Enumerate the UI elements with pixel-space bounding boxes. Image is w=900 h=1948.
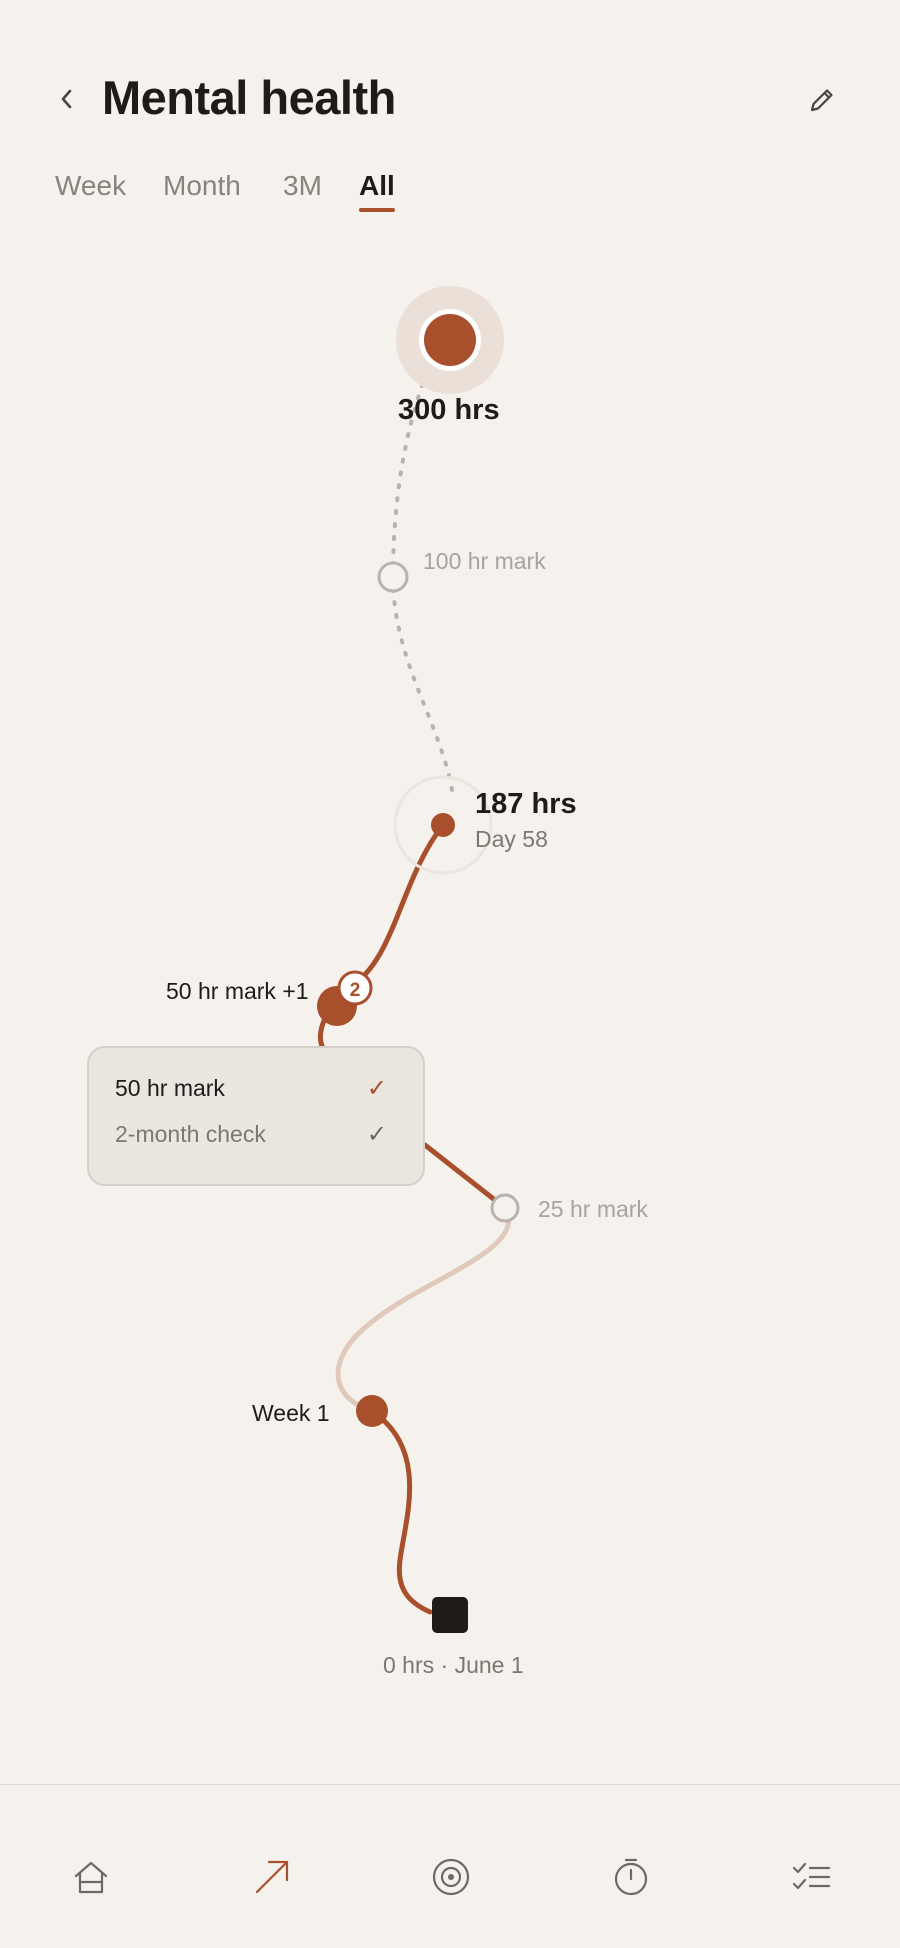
- current-position-node[interactable]: [431, 813, 455, 837]
- timer-icon: [614, 1858, 648, 1896]
- current-day-label: Day 58: [475, 826, 548, 852]
- start-label: 0 hrs · June 1: [383, 1652, 524, 1678]
- popup-item-label: 50 hr mark: [115, 1074, 225, 1101]
- trend-arrow-icon: [255, 1860, 289, 1894]
- nav-timer[interactable]: [605, 1851, 657, 1903]
- current-hours-label: 187 hrs: [475, 788, 577, 820]
- bottom-nav: [0, 1785, 900, 1948]
- nav-focus[interactable]: [425, 1851, 477, 1903]
- home-icon: [74, 1861, 108, 1894]
- milestone-popup: 50 hr mark ✓ 2-month check ✓: [87, 1046, 425, 1186]
- completed-path-lower: [369, 1408, 433, 1615]
- nav-home[interactable]: [65, 1851, 117, 1903]
- start-node[interactable]: [432, 1597, 468, 1633]
- checklist-icon: [792, 1862, 831, 1890]
- completed-path-to-25: [422, 1142, 508, 1211]
- milestone-100-node[interactable]: [377, 561, 409, 593]
- milestone-25-node[interactable]: [490, 1193, 520, 1223]
- milestone-25-label: 25 hr mark: [538, 1196, 648, 1222]
- nav-progress[interactable]: [246, 1851, 298, 1903]
- milestone-50-label: 50 hr mark +1: [166, 978, 309, 1004]
- popup-item[interactable]: 50 hr mark ✓: [115, 1072, 387, 1104]
- popup-item[interactable]: 2-month check ✓: [115, 1118, 387, 1150]
- popup-item-label: 2-month check: [115, 1120, 266, 1147]
- check-icon: ✓: [366, 1120, 387, 1148]
- milestone-100-label: 100 hr mark: [423, 548, 546, 574]
- goal-node[interactable]: [424, 314, 476, 366]
- goal-label: 300 hrs: [398, 394, 500, 426]
- target-icon: [432, 1858, 470, 1896]
- week1-node[interactable]: [356, 1395, 388, 1427]
- week1-label: Week 1: [252, 1400, 330, 1426]
- nav-tasks[interactable]: [785, 1851, 837, 1903]
- light-path-segment: [335, 1205, 511, 1414]
- check-icon: ✓: [366, 1074, 387, 1102]
- milestone-50-badge-count: 2: [350, 980, 361, 1001]
